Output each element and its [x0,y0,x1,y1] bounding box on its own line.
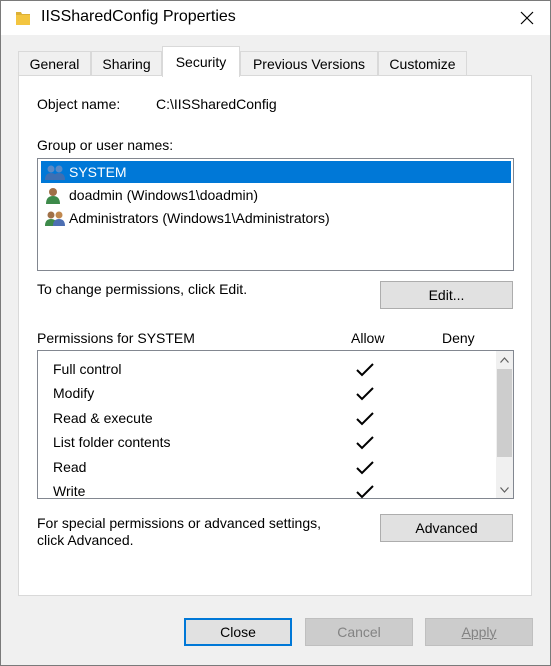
tab-previous-versions-label: Previous Versions [252,56,366,72]
folder-icon [15,9,31,27]
window-title: IISSharedConfig Properties [41,8,236,25]
tab-security[interactable]: Security [162,46,240,77]
allow-check-icon [355,434,375,450]
tab-security-label: Security [175,54,227,70]
permission-row-full-control: Full control [53,357,493,381]
edit-button[interactable]: Edit... [380,281,513,309]
change-permissions-text: To change permissions, click Edit. [37,281,248,297]
allow-check-icon [355,410,375,426]
scrollbar-thumb[interactable] [497,369,512,457]
permission-name: Read & execute [53,410,153,426]
advanced-button[interactable]: Advanced [380,514,513,542]
apply-button[interactable]: Apply [425,618,533,646]
user-item-system[interactable]: SYSTEM [41,161,511,183]
permission-name: List folder contents [53,434,171,450]
apply-button-label: Apply [461,624,497,640]
permission-name: Modify [53,385,95,401]
close-icon[interactable] [504,1,550,35]
cancel-button[interactable]: Cancel [305,618,413,646]
deny-header: Deny [442,330,475,346]
permission-row-list-folder-contents: List folder contents [53,430,493,454]
permissions-scrollbar[interactable] [496,351,513,498]
user-item-label: doadmin (Windows1\doadmin) [69,187,259,203]
allow-check-icon [355,459,375,475]
title-bar: IISSharedConfig Properties [1,1,550,35]
tab-customize[interactable]: Customize [378,51,467,75]
permission-name: Read [53,459,87,475]
tab-customize-label: Customize [389,56,456,72]
user-listbox[interactable]: SYSTEM doadmin (Windows1\doadmin) Admini… [37,158,514,271]
permission-row-read: Read [53,455,493,479]
tab-sharing-label: Sharing [102,56,151,72]
permission-row-write: Write [53,479,493,503]
properties-dialog: IISSharedConfig Properties General Shari… [0,0,551,666]
tab-general-label: General [29,56,80,72]
tab-previous-versions[interactable]: Previous Versions [240,51,378,75]
user-icon [45,187,65,204]
permissions-title: Permissions for SYSTEM [37,330,195,346]
allow-header: Allow [351,330,385,346]
tab-sharing[interactable]: Sharing [91,51,162,75]
permission-row-read-execute: Read & execute [53,406,493,430]
object-name-value: C:\IISSharedConfig [156,96,277,112]
permission-name: Write [53,483,86,499]
user-item-administrators[interactable]: Administrators (Windows1\Administrators) [41,207,511,229]
security-tab-panel: Object name: C:\IISSharedConfig Group or… [18,75,532,596]
users-group-icon [45,164,65,181]
allow-check-icon [355,483,375,499]
user-item-label: Administrators (Windows1\Administrators) [69,210,330,226]
tab-general[interactable]: General [18,51,91,75]
permission-row-modify: Modify [53,381,493,405]
allow-check-icon [355,361,375,377]
permissions-listbox: Full control Modify Read & execute List … [37,350,514,499]
permission-name: Full control [53,361,122,377]
special-permissions-text-line2: click Advanced. [37,532,134,548]
user-item-label: SYSTEM [69,164,127,180]
user-item-doadmin[interactable]: doadmin (Windows1\doadmin) [41,184,511,206]
object-name-label: Object name: [37,96,121,112]
close-button[interactable]: Close [184,618,292,646]
group-or-user-names-label: Group or user names: [37,137,174,153]
special-permissions-text-line1: For special permissions or advanced sett… [37,515,322,531]
users-group-icon [45,210,65,227]
chevron-up-icon[interactable] [496,351,513,368]
allow-check-icon [355,385,375,401]
chevron-down-icon[interactable] [496,481,513,498]
